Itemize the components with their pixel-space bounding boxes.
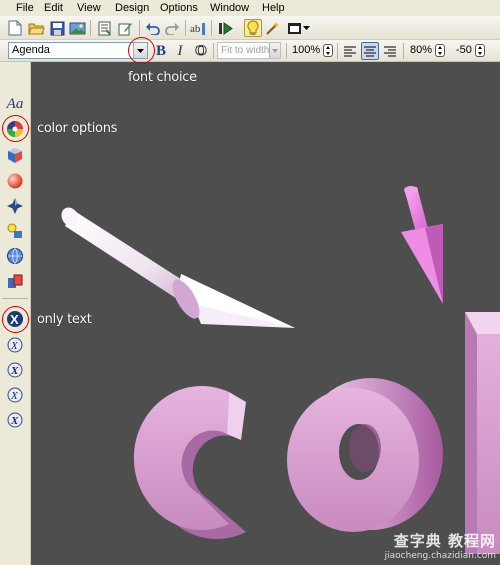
- 3d-letter-l: [465, 312, 500, 554]
- open-folder-icon[interactable]: [27, 19, 45, 37]
- menu-help[interactable]: Help: [262, 1, 285, 15]
- align-left-icon[interactable]: [341, 42, 359, 60]
- scale-value: 100%: [292, 44, 321, 56]
- menu-options[interactable]: Options: [160, 1, 198, 15]
- new-file-icon[interactable]: [6, 19, 24, 37]
- only-text-icon[interactable]: X: [4, 308, 26, 330]
- align-center-icon[interactable]: [361, 42, 379, 60]
- svg-text:X: X: [10, 390, 19, 402]
- 3d-letter-c: [133, 386, 246, 539]
- outline-button[interactable]: O: [192, 42, 210, 60]
- bold-button[interactable]: B: [152, 42, 170, 60]
- menu-window[interactable]: Window: [210, 1, 249, 15]
- material-sphere-icon[interactable]: [4, 170, 26, 192]
- pink-arrow-shape: [401, 186, 443, 304]
- magic-wand-icon[interactable]: [264, 19, 282, 37]
- width-percent-spinner[interactable]: 80%: [410, 42, 446, 59]
- background-globe-icon[interactable]: [4, 245, 26, 267]
- menu-edit[interactable]: Edit: [44, 1, 63, 15]
- x-style-2-icon[interactable]: X: [4, 359, 26, 381]
- edit-properties-icon[interactable]: [116, 19, 134, 37]
- width-percent-value: 80%: [410, 44, 433, 56]
- x-style-3-icon[interactable]: X: [4, 384, 26, 406]
- redo-icon[interactable]: [163, 19, 181, 37]
- svg-text:X: X: [10, 340, 19, 352]
- svg-text:X: X: [10, 312, 19, 327]
- x-style-1-icon[interactable]: X: [4, 334, 26, 356]
- annotation-only-text: only text: [37, 312, 92, 327]
- scene-objects-icon[interactable]: [4, 270, 26, 292]
- align-right-icon[interactable]: [381, 42, 399, 60]
- spacing-spinner[interactable]: -50: [456, 42, 485, 59]
- chevron-down-icon[interactable]: [133, 43, 147, 58]
- format-toolbar: Agenda B I O Fit to width 100% 80% -50: [0, 40, 500, 62]
- text-tool-aa-icon[interactable]: Aa: [4, 93, 26, 115]
- main-toolbar: ab: [0, 16, 500, 40]
- font-select-value: Agenda: [12, 44, 50, 56]
- 3d-letter-o: [287, 378, 443, 532]
- watermark-title: 查字典 教程网: [393, 532, 496, 550]
- export-image-icon[interactable]: [68, 19, 86, 37]
- italic-button[interactable]: I: [171, 42, 189, 60]
- text-to-shape-icon[interactable]: ab: [189, 19, 207, 37]
- svg-text:X: X: [10, 415, 19, 427]
- save-icon[interactable]: [48, 19, 66, 37]
- watermark: 查字典 教程网 jiaocheng.chazidian.com: [385, 530, 496, 561]
- spinner-arrows-icon[interactable]: [474, 43, 485, 57]
- bevel-shape-icon[interactable]: [4, 195, 26, 217]
- fit-mode-select[interactable]: Fit to width: [217, 42, 281, 59]
- chevron-down-icon[interactable]: [269, 43, 280, 58]
- properties-icon[interactable]: [95, 19, 113, 37]
- menu-file[interactable]: File: [16, 1, 34, 15]
- annotation-color-options: color options: [37, 121, 118, 136]
- white-arrow-shape: [61, 207, 295, 328]
- 3d-cube-icon[interactable]: [4, 144, 26, 166]
- menu-design[interactable]: Design: [115, 1, 149, 15]
- font-select[interactable]: Agenda: [8, 42, 148, 59]
- spacing-value: -50: [456, 44, 472, 56]
- undo-icon[interactable]: [143, 19, 161, 37]
- window-layout-dropdown-icon[interactable]: [301, 19, 311, 37]
- watermark-url: jiaocheng.chazidian.com: [384, 551, 496, 561]
- menu-bar: File Edit View Design Options Window Hel…: [0, 0, 500, 16]
- preview-canvas[interactable]: font choice color options only text 查字典 …: [31, 62, 500, 565]
- menu-view[interactable]: View: [77, 1, 101, 15]
- svg-text:ab: ab: [190, 23, 201, 35]
- lighting-icon[interactable]: [4, 220, 26, 242]
- spinner-arrows-icon[interactable]: [323, 43, 334, 57]
- render-icon[interactable]: [216, 19, 234, 37]
- 3d-text-scene: [61, 186, 500, 554]
- color-options-icon[interactable]: [4, 118, 26, 140]
- annotation-font-choice: font choice: [128, 70, 197, 85]
- tool-panel: Aa X X X X X: [0, 62, 31, 565]
- spinner-arrows-icon[interactable]: [435, 43, 446, 57]
- x-style-4-icon[interactable]: X: [4, 409, 26, 431]
- scale-spinner[interactable]: 100%: [292, 42, 334, 59]
- svg-text:X: X: [10, 365, 19, 377]
- fit-mode-value: Fit to width: [221, 45, 270, 56]
- lightbulb-icon[interactable]: [244, 19, 262, 37]
